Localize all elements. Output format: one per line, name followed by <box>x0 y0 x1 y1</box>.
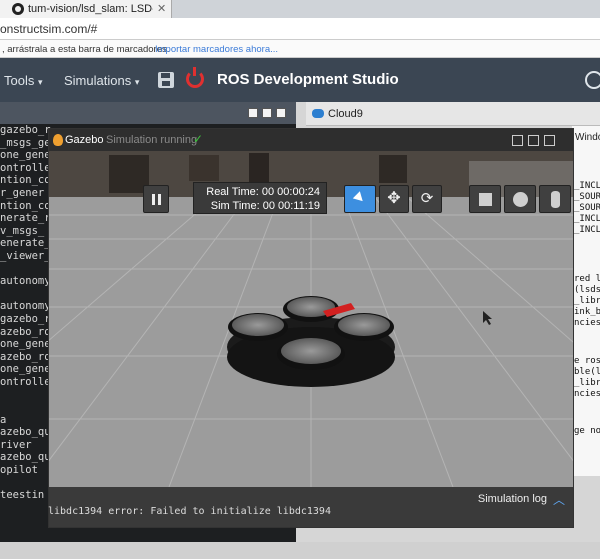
app-title: ROS Development Studio <box>217 71 399 88</box>
import-bookmarks-link[interactable]: Importar marcadores ahora... <box>155 44 278 55</box>
tools-menu[interactable]: Tools ▾ <box>4 73 43 88</box>
tools-menu-label: Tools <box>4 73 35 88</box>
translate-tool-button[interactable]: ✥ <box>379 185 409 213</box>
close-icon[interactable] <box>276 108 286 118</box>
cloud9-editor[interactable]: _INCLU _SOUR _SOUR _INCL _INCL red l (ls… <box>572 126 600 476</box>
tab-title: tum-vision/lsd_slam: LSD-SLAM <box>28 3 153 15</box>
editor-snippet: e ros ble(l _libr ncies <box>574 356 600 399</box>
gazebo-title: Gazebo <box>65 134 104 146</box>
address-bar[interactable]: onstructsim.com/# <box>0 18 600 40</box>
cloud9-titlebar[interactable]: Cloud9 <box>306 102 600 126</box>
editor-snippet: red l (lsds _libr ink_b ncies <box>574 274 600 328</box>
select-tool-button[interactable] <box>344 185 376 213</box>
browser-tab[interactable]: tum-vision/lsd_slam: LSD-SLAM ✕ <box>0 0 172 18</box>
tab-close-icon[interactable]: ✕ <box>157 2 166 15</box>
gazebo-logo-icon <box>53 134 63 146</box>
pause-button[interactable] <box>143 185 169 213</box>
simulation-status: Simulation running <box>106 134 198 146</box>
chevron-up-icon[interactable]: ︿ <box>553 491 565 508</box>
github-icon <box>12 3 24 15</box>
cylinder-shape-button[interactable] <box>539 185 571 213</box>
globe-icon[interactable] <box>585 71 600 89</box>
bookmarks-bar: , arrástrala a esta barra de marcadores.… <box>0 40 600 58</box>
simulations-menu-label: Simulations <box>64 73 132 88</box>
maximize-icon[interactable] <box>512 135 523 146</box>
caret-down-icon: ▾ <box>37 77 43 87</box>
simulations-menu[interactable]: Simulations ▾ <box>64 73 139 88</box>
url-text[interactable]: onstructsim.com/# <box>0 22 97 36</box>
cloud-icon <box>312 109 324 118</box>
bookmark-hint: , arrástrala a esta barra de marcadores. <box>2 44 170 55</box>
maximize-icon[interactable] <box>248 108 258 118</box>
ros-header: Tools ▾ Simulations ▾ ROS Development St… <box>0 58 600 102</box>
browser-tabstrip: tum-vision/lsd_slam: LSD-SLAM ✕ <box>0 0 600 18</box>
editor-snippet: _INCLU _SOUR _SOUR _INCL _INCL <box>574 181 600 235</box>
editor-snippet: ge no <box>574 426 600 436</box>
save-icon[interactable] <box>158 72 174 88</box>
error-message: libdc1394 error: Failed to initialize li… <box>48 506 331 517</box>
close-icon[interactable] <box>544 135 555 146</box>
box-shape-button[interactable] <box>469 185 501 213</box>
terminal-titlebar <box>0 102 296 124</box>
check-icon: ✓ <box>193 132 204 146</box>
time-readout: Real Time: 00 00:00:24 Sim Time: 00 00:1… <box>193 182 327 214</box>
bottom-strip <box>0 542 600 559</box>
sphere-shape-button[interactable] <box>504 185 536 213</box>
window-menu[interactable]: Window <box>575 132 600 143</box>
power-icon[interactable] <box>186 67 204 88</box>
gazebo-window[interactable]: Gazebo Simulation running ✓ Real Time: 0… <box>48 128 574 528</box>
rotate-tool-button[interactable]: ⟳ <box>412 185 442 213</box>
minimize-icon[interactable] <box>528 135 539 146</box>
caret-down-icon: ▾ <box>134 77 140 87</box>
gazebo-titlebar[interactable]: Gazebo Simulation running ✓ <box>49 129 573 151</box>
simulation-log-label: Simulation log <box>477 493 547 505</box>
minimize-icon[interactable] <box>262 108 272 118</box>
real-time: Real Time: 00 00:00:24 <box>206 186 320 198</box>
gazebo-3d-viewport[interactable]: Real Time: 00 00:00:24 Sim Time: 00 00:1… <box>49 151 573 487</box>
cloud9-label: Cloud9 <box>328 108 363 120</box>
sim-time: Sim Time: 00 00:11:19 <box>210 200 320 212</box>
